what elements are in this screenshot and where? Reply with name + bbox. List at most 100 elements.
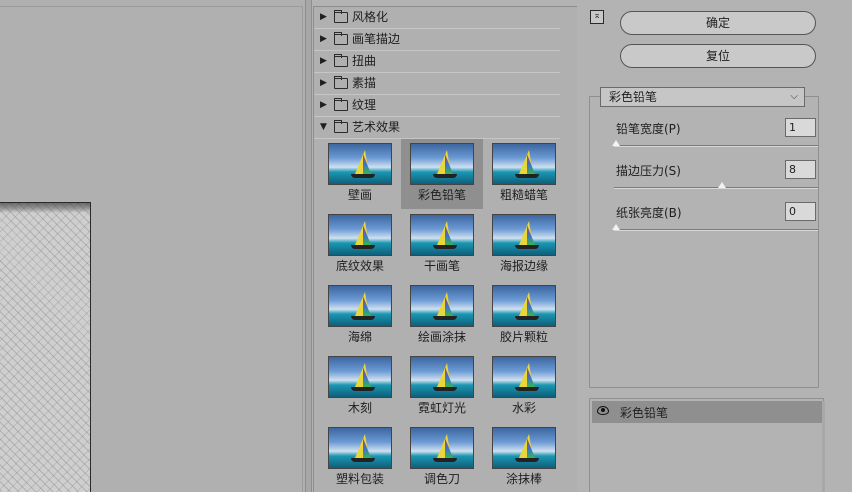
filter-preview-image — [492, 214, 556, 256]
filter-thumbnail[interactable]: 塑料包装 — [319, 423, 401, 492]
boat-shape — [433, 316, 457, 320]
filter-thumbnail[interactable]: 水彩 — [483, 352, 565, 422]
filter-thumbnail[interactable]: 胶片颗粒 — [483, 281, 565, 351]
triangle-right-icon[interactable]: ▶ — [320, 95, 330, 116]
param-slider[interactable] — [612, 224, 818, 231]
reset-button[interactable]: 复位 — [620, 44, 816, 68]
filter-thumbnail[interactable]: 粗糙蜡笔 — [483, 139, 565, 209]
panel-divider[interactable] — [306, 0, 312, 492]
filter-thumbnail[interactable]: 绘画涂抹 — [401, 281, 483, 351]
settings-panel: ⌅ 确定 复位 彩色铅笔 ⌵ 铅笔宽度(P) 1 描边压力(S) 8 纸张亮度(B) 0 … — [578, 0, 852, 492]
filter-category[interactable]: ▶ 纹理 — [314, 95, 560, 117]
param-slider[interactable] — [612, 140, 818, 147]
param-label: 描边压力(S) — [616, 164, 681, 178]
filter-thumbnail[interactable]: 木刻 — [319, 352, 401, 422]
filter-preview-image — [410, 143, 474, 185]
filter-preview-image — [410, 356, 474, 398]
filter-category-label: 素描 — [352, 76, 377, 90]
preview-panel — [0, 0, 306, 492]
filter-thumbnail-label: 水彩 — [511, 401, 536, 415]
boat-shape — [351, 174, 375, 178]
filter-category[interactable]: ▶ 风格化 — [314, 7, 560, 29]
triangle-right-icon[interactable]: ▶ — [320, 29, 330, 50]
preview-viewport[interactable] — [0, 6, 303, 492]
filter-thumbnail[interactable]: 调色刀 — [401, 423, 483, 492]
eye-icon[interactable] — [597, 406, 609, 415]
filter-thumbnail[interactable]: 壁画 — [319, 139, 401, 209]
slider-handle[interactable] — [612, 140, 620, 146]
filter-thumbnail[interactable]: 海报边缘 — [483, 210, 565, 280]
filter-thumbnail-label: 底纹效果 — [335, 259, 384, 273]
filter-thumbnail[interactable]: 干画笔 — [401, 210, 483, 280]
folder-icon — [334, 32, 348, 45]
triangle-down-icon[interactable]: ▼ — [320, 117, 330, 138]
preview-image-edge — [0, 203, 90, 213]
filter-category[interactable]: ▶ 扭曲 — [314, 51, 560, 73]
param-value-input[interactable]: 0 — [785, 202, 816, 221]
param-slider[interactable] — [614, 182, 818, 189]
boat-shape — [515, 174, 539, 178]
boat-shape — [515, 245, 539, 249]
filter-preview-image — [328, 214, 392, 256]
filter-category[interactable]: ▶ 画笔描边 — [314, 29, 560, 51]
folder-icon — [334, 10, 348, 23]
slider-handle[interactable] — [612, 224, 620, 230]
filter-thumbnail-label: 海绵 — [347, 330, 372, 344]
layers-scrollbar[interactable] — [822, 401, 825, 492]
filter-thumbnail-label: 塑料包装 — [335, 472, 384, 486]
filter-preview-image — [328, 427, 392, 469]
filter-thumbnail-label: 彩色铅笔 — [417, 188, 466, 202]
boat-shape — [515, 458, 539, 462]
filter-thumbnail[interactable]: 海绵 — [319, 281, 401, 351]
boat-shape — [433, 245, 457, 249]
filter-category-label: 纹理 — [352, 98, 377, 112]
filter-preview-image — [410, 285, 474, 327]
filter-thumbnail-label: 干画笔 — [423, 259, 460, 273]
filter-preview-image — [328, 143, 392, 185]
filter-category-label: 风格化 — [352, 10, 389, 24]
filter-thumbnail-label: 霓虹灯光 — [417, 401, 466, 415]
param-value-input[interactable]: 8 — [785, 160, 816, 179]
param-label: 纸张亮度(B) — [616, 206, 682, 220]
triangle-right-icon[interactable]: ▶ — [320, 73, 330, 94]
folder-icon — [334, 98, 348, 111]
filter-thumbnail-label: 壁画 — [347, 188, 372, 202]
filter-preview-image — [410, 214, 474, 256]
filter-preview-image — [328, 285, 392, 327]
filter-thumbnail-label: 粗糙蜡笔 — [499, 188, 548, 202]
boat-shape — [433, 458, 457, 462]
filter-thumbnail-label: 绘画涂抹 — [417, 330, 466, 344]
filter-gallery: ▶ 风格化 ▶ 画笔描边 ▶ 扭曲 ▶ 素描 ▶ 纹理 ▼ 艺术效果 壁画 彩色铅笔 粗糙蜡笔 底纹效果 干画… — [313, 6, 577, 492]
filter-preview-image — [410, 427, 474, 469]
filter-settings-box — [589, 96, 819, 388]
filter-select-value: 彩色铅笔 — [609, 90, 658, 104]
filter-thumbnail[interactable]: 底纹效果 — [319, 210, 401, 280]
boat-shape — [433, 387, 457, 391]
filter-thumbnail[interactable]: 霓虹灯光 — [401, 352, 483, 422]
effect-layer-label: 彩色铅笔 — [620, 406, 669, 420]
boat-shape — [515, 387, 539, 391]
boat-shape — [351, 458, 375, 462]
effect-layer-row[interactable]: 彩色铅笔 — [592, 401, 822, 423]
filter-category[interactable]: ▼ 艺术效果 — [314, 117, 560, 139]
filter-select[interactable]: 彩色铅笔 ⌵ — [600, 87, 805, 107]
collapse-gallery-icon[interactable]: ⌅ — [590, 10, 604, 24]
filter-thumbnail[interactable]: 彩色铅笔 — [401, 139, 483, 209]
param-value-input[interactable]: 1 — [785, 118, 816, 137]
triangle-right-icon[interactable]: ▶ — [320, 51, 330, 72]
filter-category[interactable]: ▶ 素描 — [314, 73, 560, 95]
filter-thumbnail[interactable]: 涂抹棒 — [483, 423, 565, 492]
folder-icon — [334, 120, 348, 133]
slider-handle[interactable] — [718, 182, 726, 188]
triangle-right-icon[interactable]: ▶ — [320, 7, 330, 28]
preview-image[interactable] — [0, 202, 91, 492]
boat-shape — [515, 316, 539, 320]
filter-thumbnail-label: 调色刀 — [423, 472, 460, 486]
ok-button[interactable]: 确定 — [620, 11, 816, 35]
filter-category-label: 扭曲 — [352, 54, 377, 68]
filter-preview-image — [492, 285, 556, 327]
boat-shape — [351, 387, 375, 391]
filter-preview-image — [492, 356, 556, 398]
boat-shape — [433, 174, 457, 178]
folder-icon — [334, 54, 348, 67]
